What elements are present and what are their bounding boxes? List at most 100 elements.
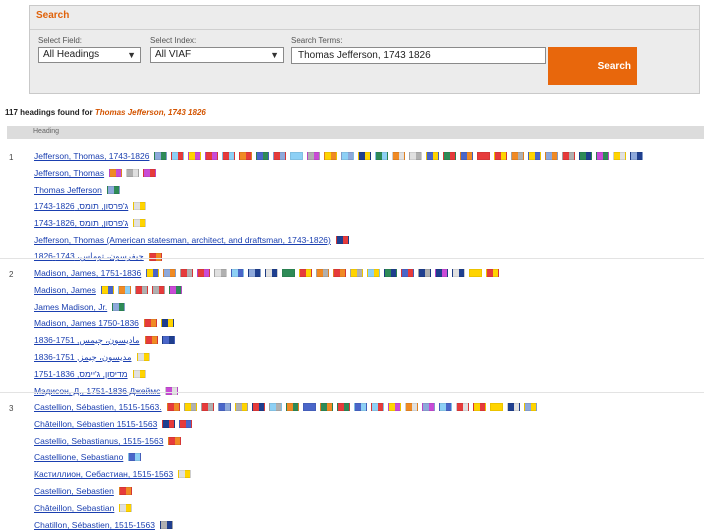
source-flag-icon[interactable]: [178, 470, 192, 479]
source-flag-icon[interactable]: [188, 152, 202, 160]
source-flag-icon[interactable]: [438, 403, 452, 411]
source-flag-icon[interactable]: [404, 403, 418, 411]
heading-link[interactable]: Madison, James 1750-1836: [34, 318, 139, 328]
source-flag-icon[interactable]: [151, 285, 165, 294]
source-flag-icon[interactable]: [128, 453, 142, 462]
source-flag-icon[interactable]: [109, 168, 123, 177]
heading-link[interactable]: Chatillon, Sébastien, 1515-1563: [34, 520, 155, 530]
source-flag-icon[interactable]: [160, 319, 174, 328]
source-flag-icon[interactable]: [336, 403, 350, 411]
source-flag-icon[interactable]: [367, 269, 381, 277]
source-flag-icon[interactable]: [469, 269, 483, 277]
source-flag-icon[interactable]: [214, 269, 228, 277]
heading-link[interactable]: Мэдисон, Д., 1751-1836 Джеймс: [34, 386, 160, 396]
source-flag-icon[interactable]: [418, 269, 432, 277]
source-flag-icon[interactable]: [146, 269, 160, 277]
source-flag-icon[interactable]: [136, 353, 150, 361]
heading-link[interactable]: جيفرسون، توماس، 1743-1826: [34, 251, 144, 262]
source-flag-icon[interactable]: [302, 403, 316, 411]
source-flag-icon[interactable]: [528, 152, 542, 160]
source-flag-icon[interactable]: [358, 152, 372, 160]
source-flag-icon[interactable]: [562, 152, 576, 160]
source-flag-icon[interactable]: [183, 403, 197, 411]
select-field-dropdown[interactable]: All Headings ▼: [38, 47, 141, 63]
source-flag-icon[interactable]: [248, 269, 262, 277]
heading-link[interactable]: 1836-1751 ,مادیسون، جیمس: [34, 335, 140, 346]
source-flag-icon[interactable]: [290, 152, 304, 160]
source-flag-icon[interactable]: [119, 503, 133, 512]
source-flag-icon[interactable]: [106, 185, 120, 194]
source-flag-icon[interactable]: [324, 152, 338, 160]
source-flag-icon[interactable]: [506, 403, 520, 411]
source-flag-icon[interactable]: [251, 403, 265, 411]
source-flag-icon[interactable]: [159, 520, 173, 529]
heading-link[interactable]: Châteillon, Sébastien 1515-1563: [34, 419, 157, 429]
source-flag-icon[interactable]: [143, 319, 157, 328]
source-flag-icon[interactable]: [426, 152, 440, 160]
source-flag-icon[interactable]: [179, 419, 193, 428]
source-flag-icon[interactable]: [197, 269, 211, 277]
source-flag-icon[interactable]: [117, 285, 131, 294]
heading-link[interactable]: Castellion, Sébastien, 1515-1563.: [34, 402, 162, 412]
source-flag-icon[interactable]: [134, 285, 148, 294]
source-flag-icon[interactable]: [168, 436, 182, 445]
source-flag-icon[interactable]: [256, 152, 270, 160]
source-flag-icon[interactable]: [409, 152, 423, 160]
source-flag-icon[interactable]: [335, 236, 349, 244]
source-flag-icon[interactable]: [166, 403, 180, 411]
source-flag-icon[interactable]: [613, 152, 627, 160]
source-flag-icon[interactable]: [239, 152, 253, 160]
heading-link[interactable]: Jefferson, Thomas, 1743-1826: [34, 151, 149, 161]
source-flag-icon[interactable]: [299, 269, 313, 277]
heading-link[interactable]: James Madison, Jr.: [34, 302, 107, 312]
source-flag-icon[interactable]: [375, 152, 389, 160]
source-flag-icon[interactable]: [100, 285, 114, 294]
source-flag-icon[interactable]: [545, 152, 559, 160]
source-flag-icon[interactable]: [112, 302, 126, 311]
source-flag-icon[interactable]: [579, 152, 593, 160]
source-flag-icon[interactable]: [285, 403, 299, 411]
source-flag-icon[interactable]: [144, 336, 158, 345]
heading-link[interactable]: Castellion, Sebastien: [34, 486, 114, 496]
heading-link[interactable]: 1751-1836 ,מדיסון, ג'יימס: [34, 369, 128, 379]
heading-link[interactable]: ג'פרסון, תומס, 1743-1826: [34, 201, 128, 211]
select-index-dropdown[interactable]: All VIAF ▼: [150, 47, 284, 63]
source-flag-icon[interactable]: [126, 168, 140, 177]
source-flag-icon[interactable]: [523, 403, 537, 411]
source-flag-icon[interactable]: [133, 202, 147, 211]
heading-link[interactable]: Châteillon, Sebastian: [34, 503, 114, 513]
heading-link[interactable]: Thomas Jefferson: [34, 185, 102, 195]
search-button[interactable]: Search: [548, 47, 637, 85]
source-flag-icon[interactable]: [392, 152, 406, 160]
source-flag-icon[interactable]: [350, 269, 364, 277]
source-flag-icon[interactable]: [460, 152, 474, 160]
source-flag-icon[interactable]: [370, 403, 384, 411]
source-flag-icon[interactable]: [162, 419, 176, 428]
source-flag-icon[interactable]: [452, 269, 466, 277]
source-flag-icon[interactable]: [333, 269, 347, 277]
source-flag-icon[interactable]: [630, 152, 644, 160]
source-flag-icon[interactable]: [472, 403, 486, 411]
heading-link[interactable]: Jefferson, Thomas (American statesman, a…: [34, 235, 331, 245]
heading-link[interactable]: Madison, James: [34, 285, 96, 295]
source-flag-icon[interactable]: [273, 152, 287, 160]
source-flag-icon[interactable]: [132, 369, 146, 378]
search-terms-input[interactable]: Thomas Jefferson, 1743 1826: [291, 47, 546, 64]
source-flag-icon[interactable]: [118, 487, 132, 495]
source-flag-icon[interactable]: [222, 152, 236, 160]
source-flag-icon[interactable]: [168, 285, 182, 294]
source-flag-icon[interactable]: [143, 168, 157, 177]
heading-link[interactable]: 1836-1751 ,مديسون، جيمز: [34, 352, 132, 363]
source-flag-icon[interactable]: [489, 403, 503, 411]
source-flag-icon[interactable]: [265, 269, 279, 277]
source-flag-icon[interactable]: [511, 152, 525, 160]
heading-link[interactable]: Castellio, Sebastianus, 1515-1563: [34, 436, 163, 446]
source-flag-icon[interactable]: [217, 403, 231, 411]
heading-link[interactable]: Castellione, Sebastiano: [34, 452, 123, 462]
source-flag-icon[interactable]: [401, 269, 415, 277]
heading-link[interactable]: Кастиллион, Себастиан, 1515-1563: [34, 469, 173, 479]
source-flag-icon[interactable]: [486, 269, 500, 277]
source-flag-icon[interactable]: [435, 269, 449, 277]
source-flag-icon[interactable]: [133, 219, 147, 228]
heading-link[interactable]: Jefferson, Thomas: [34, 168, 104, 178]
